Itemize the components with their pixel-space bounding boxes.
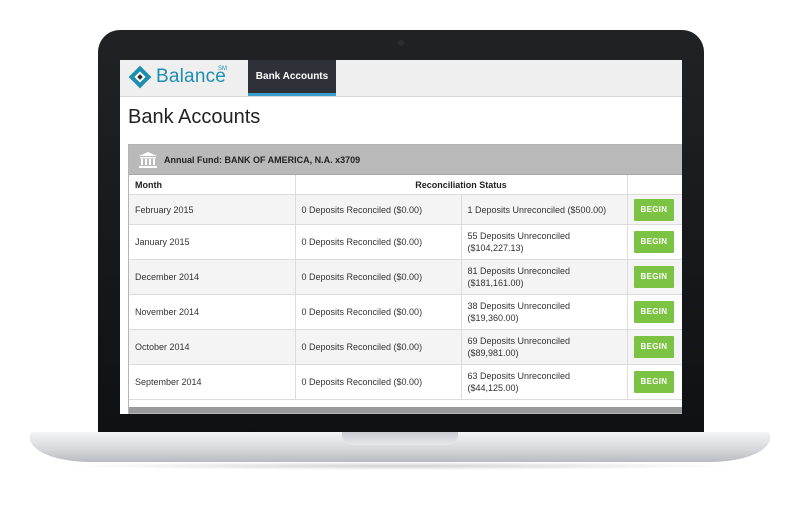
begin-button[interactable]: BEGIN	[633, 336, 675, 358]
balance-logo-icon	[128, 65, 152, 89]
laptop-notch	[342, 432, 458, 445]
account-header: Annual Fund: BANK OF AMERICA, N.A. x3709	[129, 145, 682, 175]
table-row: December 2014 0 Deposits Reconciled ($0.…	[129, 259, 682, 295]
unreconciled-cell: 55 Deposits Unreconciled ($104,227.13)	[461, 224, 628, 260]
reconciled-cell: 0 Deposits Reconciled ($0.00)	[295, 224, 462, 260]
month-cell: September 2014	[129, 364, 296, 400]
reconciled-cell: 0 Deposits Reconciled ($0.00)	[295, 329, 462, 365]
table-row: September 2014 0 Deposits Reconciled ($0…	[129, 364, 682, 400]
logo-service-mark: SM	[218, 66, 227, 72]
action-cell: BEGIN	[627, 259, 682, 295]
action-cell: BEGIN	[627, 329, 682, 365]
reconciled-cell: 0 Deposits Reconciled ($0.00)	[295, 294, 462, 330]
begin-button[interactable]: BEGIN	[633, 301, 675, 323]
table-row: November 2014 0 Deposits Reconciled ($0.…	[129, 294, 682, 330]
unreconciled-cell: 38 Deposits Unreconciled ($19,360.00)	[461, 294, 628, 330]
top-navbar: Balance SM Bank Accounts	[120, 60, 682, 97]
table-row: October 2014 0 Deposits Reconciled ($0.0…	[129, 329, 682, 365]
table-row: January 2015 0 Deposits Reconciled ($0.0…	[129, 224, 682, 260]
column-header-month: Month	[129, 175, 296, 195]
laptop-shadow	[60, 462, 740, 470]
month-cell: December 2014	[129, 259, 296, 295]
begin-button[interactable]: BEGIN	[633, 198, 675, 221]
column-header-action	[627, 175, 682, 195]
reconciliation-table: Month Reconciliation Status February 201…	[129, 175, 682, 400]
camera-icon	[398, 40, 404, 46]
begin-button[interactable]: BEGIN	[633, 231, 675, 253]
bank-icon	[139, 151, 157, 168]
reconciled-cell: 0 Deposits Reconciled ($0.00)	[295, 259, 462, 295]
account-name: Annual Fund: BANK OF AMERICA, N.A. x3709	[164, 154, 361, 165]
month-cell: February 2015	[129, 194, 296, 225]
unreconciled-cell: 63 Deposits Unreconciled ($44,125.00)	[461, 364, 628, 400]
screen: Balance SM Bank Accounts Bank Accounts A…	[120, 60, 682, 414]
month-cell: November 2014	[129, 294, 296, 330]
begin-button[interactable]: BEGIN	[633, 266, 675, 288]
page-title: Bank Accounts	[128, 106, 261, 128]
begin-button[interactable]: BEGIN	[633, 371, 675, 393]
action-cell: BEGIN	[627, 224, 682, 260]
logo-text: Balance	[156, 66, 227, 87]
unreconciled-cell: 1 Deposits Unreconciled ($500.00)	[461, 194, 628, 225]
app-logo[interactable]: Balance SM	[128, 65, 238, 93]
action-cell: BEGIN	[627, 294, 682, 330]
reconciled-cell: 0 Deposits Reconciled ($0.00)	[295, 364, 462, 400]
action-cell: BEGIN	[627, 364, 682, 400]
column-header-status: Reconciliation Status	[295, 175, 628, 195]
unreconciled-cell: 81 Deposits Unreconciled ($181,161.00)	[461, 259, 628, 295]
panel-footer-bar	[129, 407, 682, 413]
action-cell: BEGIN	[627, 194, 682, 225]
month-cell: October 2014	[129, 329, 296, 365]
reconciled-cell: 0 Deposits Reconciled ($0.00)	[295, 194, 462, 225]
account-panel: Annual Fund: BANK OF AMERICA, N.A. x3709…	[128, 144, 682, 414]
tab-bank-accounts[interactable]: Bank Accounts	[248, 60, 336, 96]
table-row: February 2015 0 Deposits Reconciled ($0.…	[129, 194, 682, 225]
unreconciled-cell: 69 Deposits Unreconciled ($89,981.00)	[461, 329, 628, 365]
month-cell: January 2015	[129, 224, 296, 260]
